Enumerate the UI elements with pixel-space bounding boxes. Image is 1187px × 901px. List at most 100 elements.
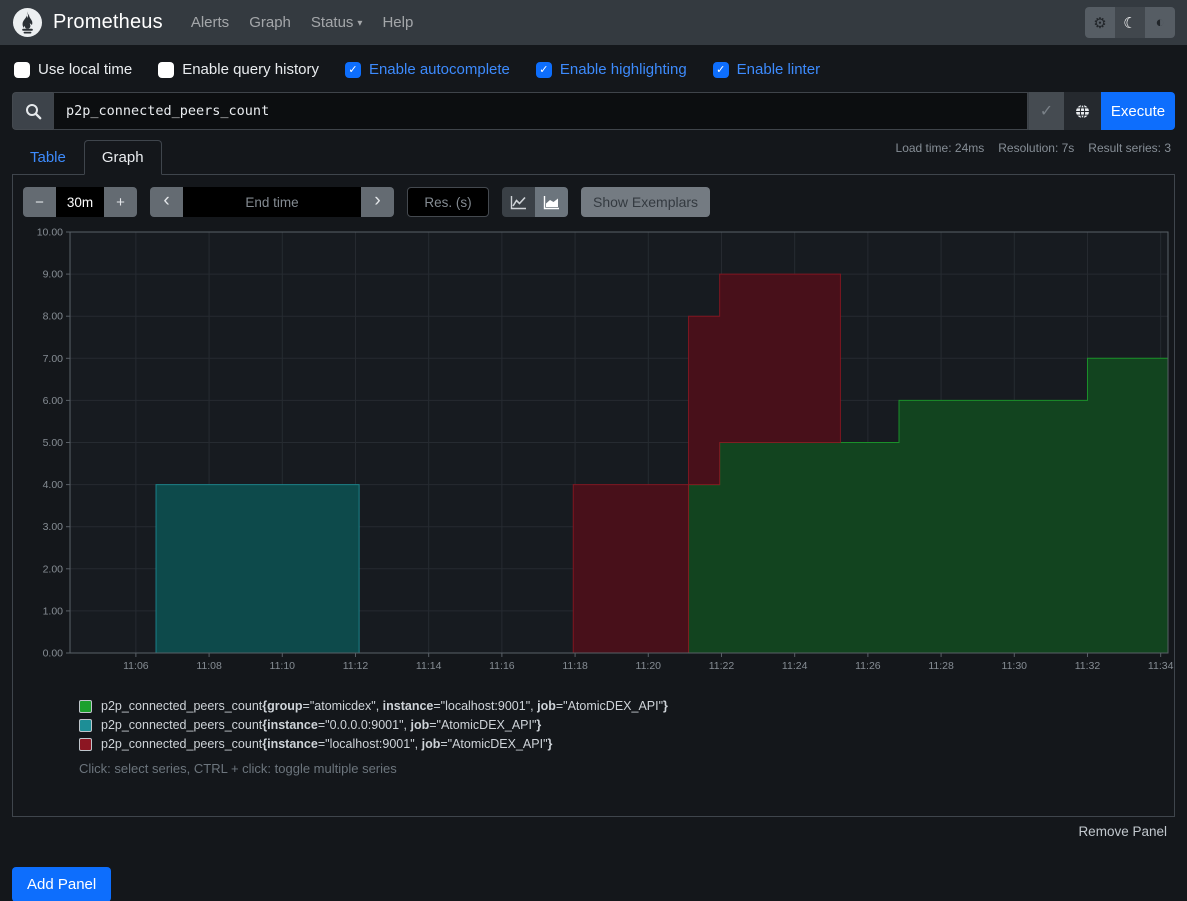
- y-axis-label: 0.00: [43, 648, 64, 660]
- legend-item-2[interactable]: p2p_connected_peers_count{instance="loca…: [79, 737, 1174, 751]
- auto-theme-button[interactable]: ◐: [1145, 7, 1175, 38]
- option-label: Use local time: [38, 61, 132, 78]
- nav-item-status[interactable]: Status▾: [301, 6, 373, 39]
- add-panel-button[interactable]: Add Panel: [12, 867, 111, 901]
- stacked-chart-icon: [543, 195, 560, 210]
- x-axis-label: 11:16: [489, 660, 515, 672]
- line-graph-toggle-button[interactable]: [502, 187, 535, 217]
- option-use-local-time[interactable]: Use local time: [14, 61, 132, 78]
- x-axis-label: 11:34: [1148, 660, 1174, 672]
- nav-links: AlertsGraphStatus▾Help: [181, 6, 1085, 39]
- graph-chart[interactable]: 0.00 1.00 2.00 3.00 4.00 5.00 6.00 7.00 8.00 9.00…: [26, 225, 1187, 680]
- option-enable-linter[interactable]: ✓ Enable linter: [713, 61, 820, 78]
- series-area-1[interactable]: [156, 485, 359, 653]
- range-decrease-button[interactable]: −: [23, 187, 56, 217]
- search-addon: [12, 92, 53, 130]
- checkbox-checked-icon[interactable]: ✓: [345, 62, 361, 78]
- series-label: p2p_connected_peers_count{instance="loca…: [101, 737, 552, 751]
- checkbox-unchecked-icon[interactable]: [158, 62, 174, 78]
- legend: p2p_connected_peers_count{group="atomicd…: [79, 699, 1174, 751]
- series-label: p2p_connected_peers_count{instance="0.0.…: [101, 718, 541, 732]
- legend-item-1[interactable]: p2p_connected_peers_count{instance="0.0.…: [79, 718, 1174, 732]
- series-label: p2p_connected_peers_count{group="atomicd…: [101, 699, 668, 713]
- x-axis-label: 11:18: [562, 660, 588, 672]
- prometheus-brand[interactable]: Prometheus: [12, 7, 163, 38]
- range-input[interactable]: [56, 187, 104, 217]
- x-axis-label: 11:22: [709, 660, 735, 672]
- line-chart-icon: [510, 195, 527, 210]
- range-increase-button[interactable]: +: [104, 187, 137, 217]
- chevron-down-icon: ▾: [357, 18, 362, 29]
- nav-item-alerts[interactable]: Alerts: [181, 6, 239, 39]
- legend-item-0[interactable]: p2p_connected_peers_count{group="atomicd…: [79, 699, 1174, 713]
- series-swatch-icon: [79, 700, 92, 713]
- y-axis-label: 4.00: [43, 479, 64, 491]
- gear-icon: ⚙: [1093, 14, 1106, 32]
- x-axis-label: 11:24: [782, 660, 808, 672]
- stacked-graph-toggle-button[interactable]: [535, 187, 568, 217]
- options-row: Use local time Enable query history ✓ Enabl…: [0, 45, 1187, 84]
- nav-item-help[interactable]: Help: [372, 6, 423, 39]
- x-axis-label: 11:06: [123, 660, 149, 672]
- brand-title: Prometheus: [53, 11, 163, 34]
- series-swatch-icon: [79, 738, 92, 751]
- resolution-input[interactable]: [407, 187, 489, 217]
- tab-table[interactable]: Table: [12, 140, 84, 175]
- search-icon: [25, 103, 42, 120]
- y-axis-label: 2.00: [43, 563, 64, 575]
- execute-button[interactable]: Execute: [1101, 92, 1175, 130]
- contrast-icon: ◐: [1155, 14, 1164, 31]
- prometheus-logo-icon: [12, 7, 43, 38]
- nav-item-graph[interactable]: Graph: [239, 6, 301, 39]
- tab-graph[interactable]: Graph: [84, 140, 162, 175]
- metrics-explorer-button[interactable]: [1064, 92, 1101, 130]
- x-axis-label: 11:30: [1002, 660, 1028, 672]
- x-axis-label: 11:10: [270, 660, 296, 672]
- chart-wrap: 0.00 1.00 2.00 3.00 4.00 5.00 6.00 7.00 8.00 9.00…: [13, 221, 1174, 685]
- autocomplete-confirm-button[interactable]: ✓: [1028, 92, 1064, 130]
- option-enable-highlighting[interactable]: ✓ Enable highlighting: [536, 61, 687, 78]
- x-axis-label: 11:20: [636, 660, 662, 672]
- x-axis-label: 11:14: [416, 660, 442, 672]
- graph-controls: − + ‹ › Show Exemplars: [13, 175, 1174, 221]
- result-tabs: Table Graph: [12, 140, 1175, 174]
- remove-panel-link[interactable]: Remove Panel: [1078, 824, 1167, 839]
- theme-toggle-group: ⚙ ☾ ◐: [1085, 7, 1175, 38]
- option-label: Enable linter: [737, 61, 820, 78]
- x-axis-label: 11:12: [343, 660, 369, 672]
- y-axis-label: 9.00: [43, 269, 64, 281]
- option-enable-query-history[interactable]: Enable query history: [158, 61, 319, 78]
- expression-input[interactable]: [53, 92, 1028, 130]
- query-row: ✓ Execute: [0, 84, 1187, 130]
- settings-button[interactable]: ⚙: [1085, 7, 1115, 38]
- navbar: Prometheus AlertsGraphStatus▾Help ⚙ ☾ ◐: [0, 0, 1187, 45]
- legend-hint: Click: select series, CTRL + click: togg…: [79, 761, 1174, 776]
- x-axis-label: 11:28: [928, 660, 954, 672]
- option-label: Enable autocomplete: [369, 61, 510, 78]
- checkbox-unchecked-icon[interactable]: [14, 62, 30, 78]
- y-axis-label: 10.00: [37, 227, 63, 239]
- option-label: Enable query history: [182, 61, 319, 78]
- x-axis-label: 11:08: [196, 660, 222, 672]
- dark-theme-button[interactable]: ☾: [1115, 7, 1145, 38]
- option-enable-autocomplete[interactable]: ✓ Enable autocomplete: [345, 61, 510, 78]
- check-icon: ✓: [1040, 101, 1053, 121]
- checkbox-checked-icon[interactable]: ✓: [713, 62, 729, 78]
- end-time-input[interactable]: [183, 187, 361, 217]
- y-axis-label: 7.00: [43, 353, 64, 365]
- y-axis-label: 5.00: [43, 437, 64, 449]
- y-axis-label: 8.00: [43, 311, 64, 323]
- option-label: Enable highlighting: [560, 61, 687, 78]
- remove-panel-row: Remove Panel: [0, 823, 1167, 841]
- y-axis-label: 1.00: [43, 605, 64, 617]
- show-exemplars-button[interactable]: Show Exemplars: [581, 187, 710, 217]
- y-axis-label: 3.00: [43, 521, 64, 533]
- checkbox-checked-icon[interactable]: ✓: [536, 62, 552, 78]
- time-back-button[interactable]: ‹: [150, 187, 183, 217]
- graph-panel: − + ‹ › Show Exemplars: [12, 174, 1175, 817]
- globe-icon: [1074, 103, 1091, 120]
- time-forward-button[interactable]: ›: [361, 187, 394, 217]
- y-axis-label: 6.00: [43, 395, 64, 407]
- moon-icon: ☾: [1123, 14, 1136, 32]
- x-axis-label: 11:26: [855, 660, 881, 672]
